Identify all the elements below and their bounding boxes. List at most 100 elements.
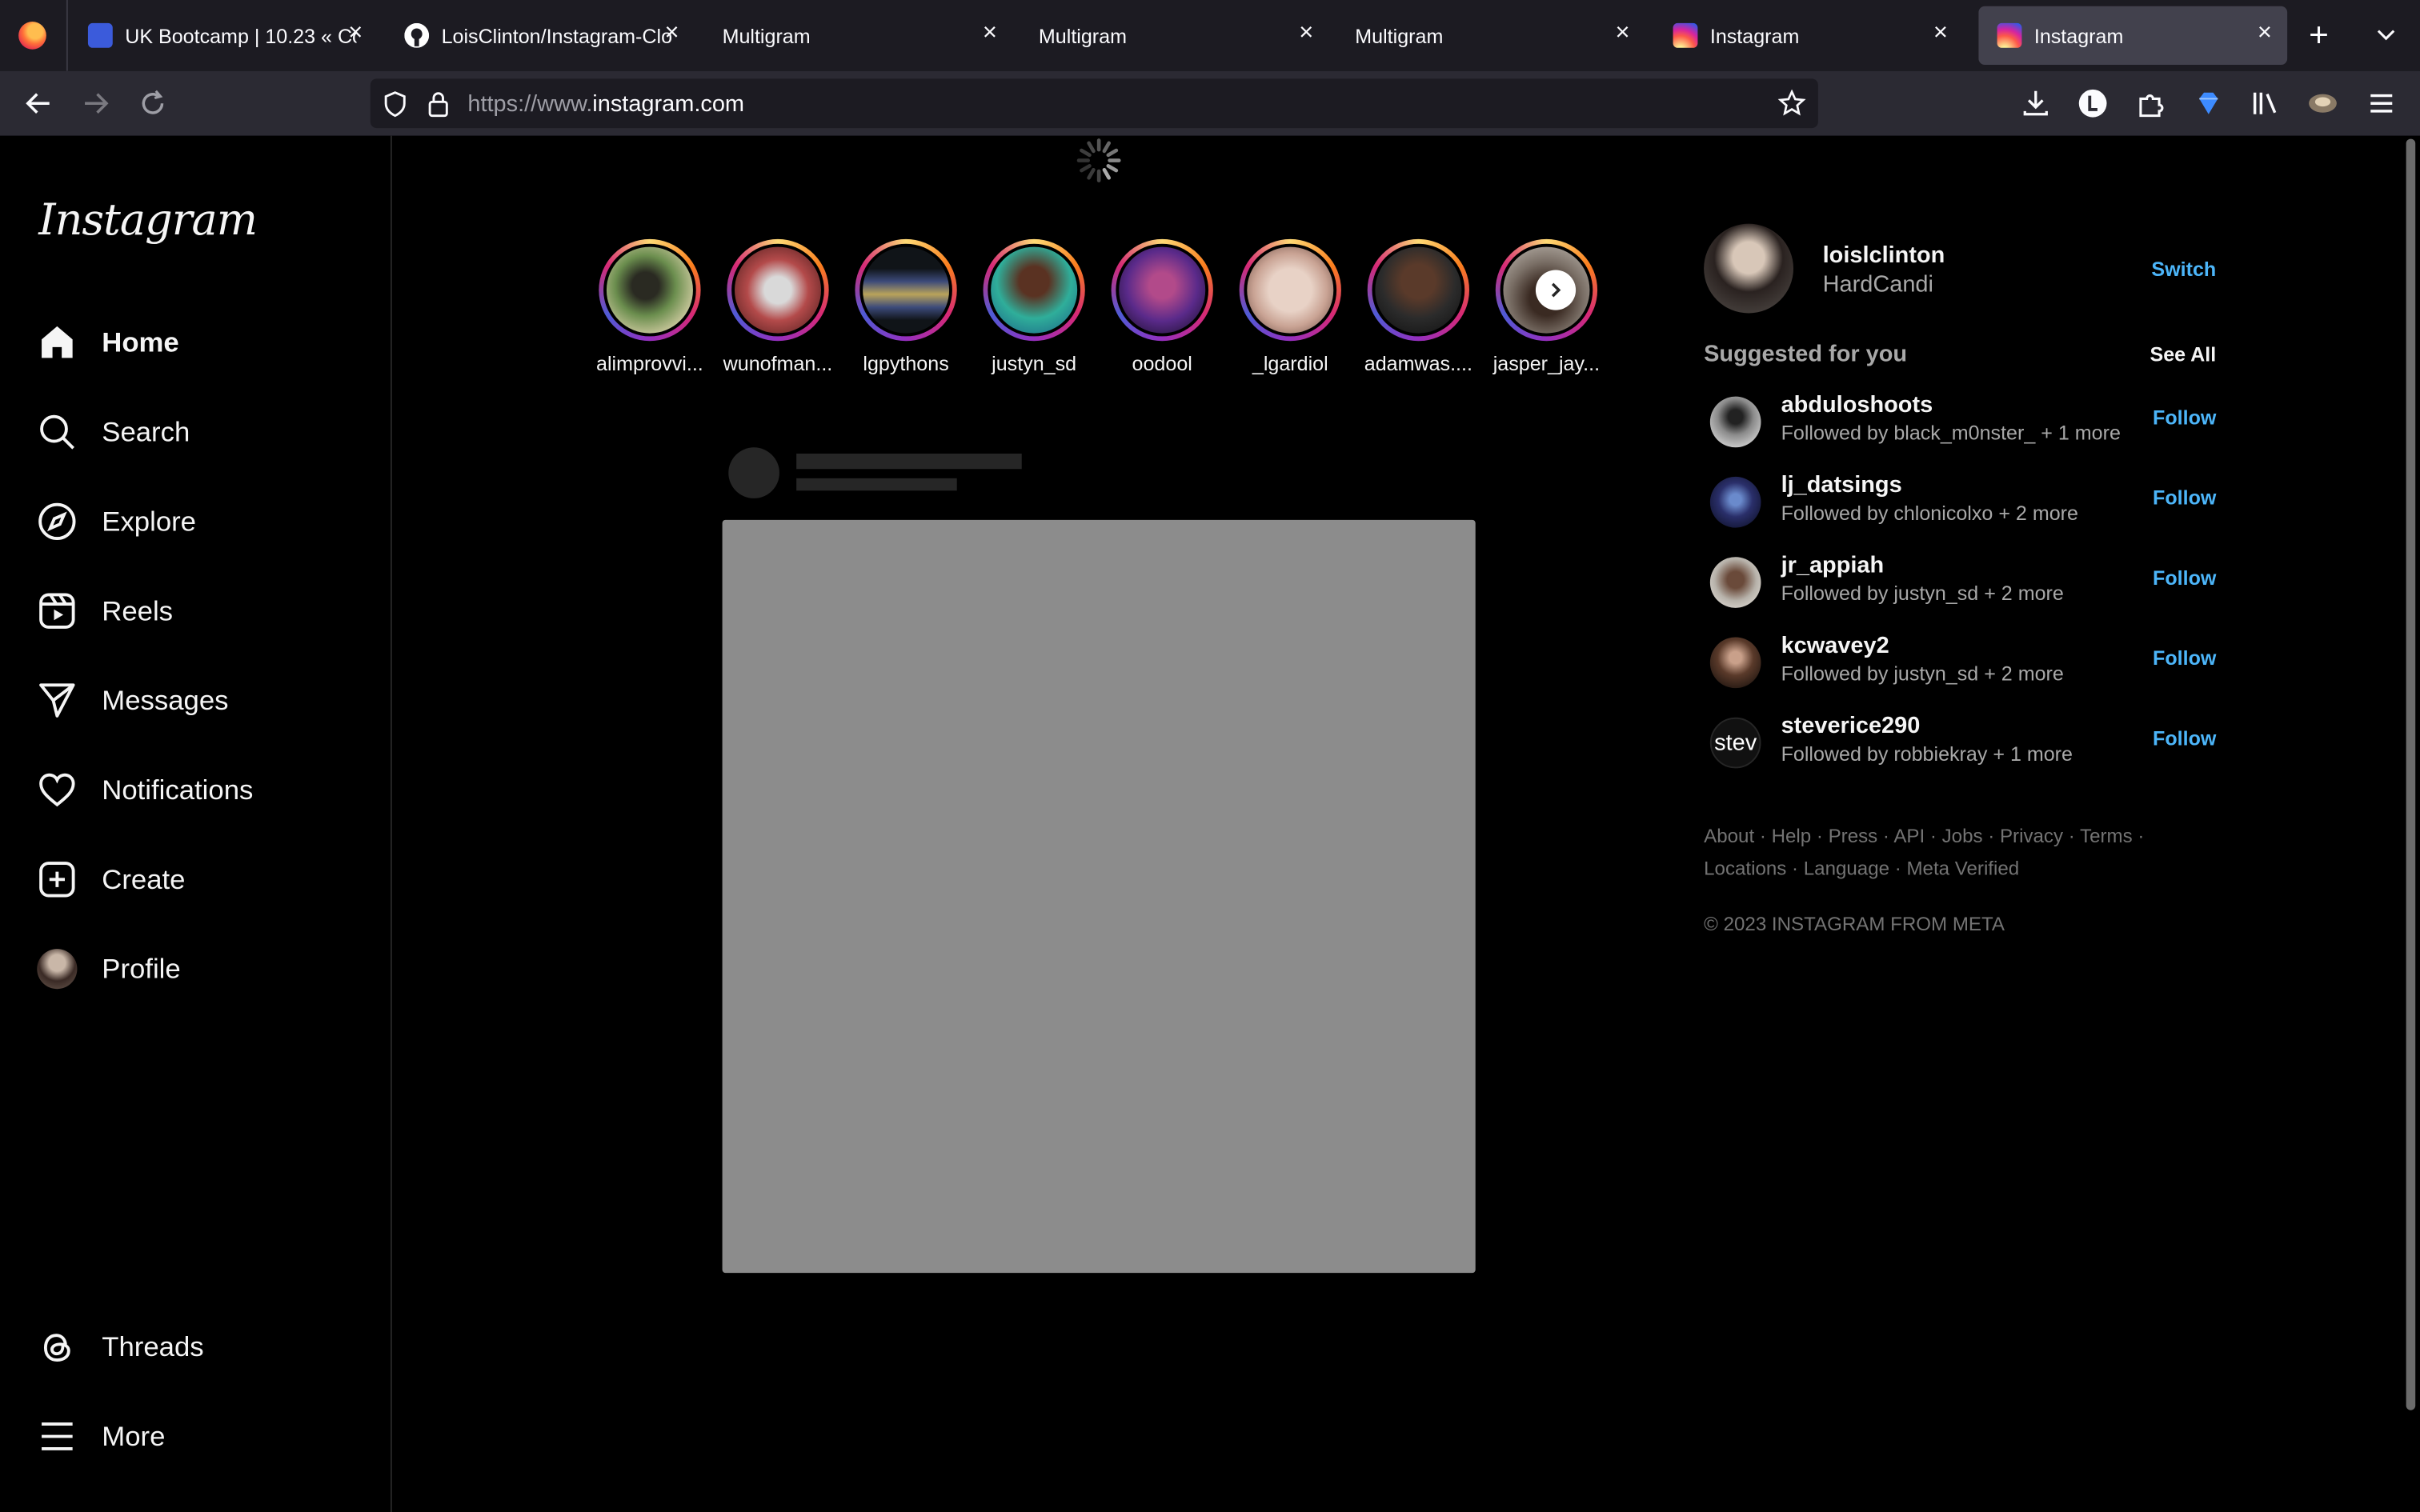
switch-account-button[interactable]: Switch <box>2151 258 2216 281</box>
browser-tab-instagram-1[interactable]: Instagram × <box>1654 6 1963 65</box>
url-prefix: https://www. <box>467 90 593 118</box>
suggestion-avatar[interactable] <box>1709 557 1761 608</box>
close-tab-icon[interactable]: × <box>1933 21 1948 46</box>
sidebar-item-more[interactable]: More <box>37 1399 165 1474</box>
instagram-favicon-icon <box>1673 22 1698 48</box>
suggestion-username[interactable]: steverice290 <box>1781 713 1921 739</box>
back-arrow-icon[interactable] <box>22 86 55 120</box>
sidebar-item-profile[interactable]: Profile <box>37 932 181 1006</box>
copyright-text: © 2023 INSTAGRAM FROM META <box>1704 913 2005 935</box>
sidebar-item-label: Search <box>102 415 190 447</box>
footer-link-help[interactable]: Help <box>1772 826 1812 847</box>
close-tab-icon[interactable]: × <box>2258 21 2272 46</box>
bookmark-star-icon[interactable] <box>1777 89 1806 125</box>
close-tab-icon[interactable]: × <box>665 21 679 46</box>
suggestion-avatar[interactable] <box>1709 476 1761 528</box>
story-item[interactable]: oodool <box>1104 238 1221 375</box>
browser-tab-multigram-2[interactable]: Multigram × <box>1020 6 1329 65</box>
list-all-tabs-chevron-icon[interactable] <box>2374 22 2398 54</box>
gem-extension-icon[interactable] <box>2192 86 2226 120</box>
threads-icon <box>43 1334 70 1362</box>
downloads-icon[interactable] <box>2019 86 2053 120</box>
suggestion-username[interactable]: kcwavey2 <box>1781 633 1889 659</box>
sidebar-item-label: Reels <box>102 594 174 626</box>
suggestion-username[interactable]: abduloshoots <box>1781 392 1933 418</box>
library-icon[interactable] <box>2249 86 2282 120</box>
follow-button[interactable]: Follow <box>2153 646 2216 670</box>
current-user-avatar[interactable] <box>1704 223 1793 314</box>
reload-icon[interactable] <box>136 86 170 120</box>
suggestion-avatar[interactable]: stev <box>1709 717 1761 769</box>
footer-link-privacy[interactable]: Privacy <box>2000 826 2063 847</box>
url-domain: instagram.com <box>592 90 745 118</box>
sidebar-item-notifications[interactable]: Notifications <box>37 753 253 827</box>
footer-link-locations[interactable]: Locations <box>1704 858 1786 879</box>
sidebar-item-label: Home <box>102 326 179 358</box>
extensions-puzzle-icon[interactable] <box>2134 86 2168 120</box>
instagram-logo[interactable]: Instagram <box>38 194 258 246</box>
footer-link-terms[interactable]: Terms <box>2080 826 2133 847</box>
footer-link-api[interactable]: API <box>1893 826 1925 847</box>
story-item[interactable]: justyn_sd <box>976 238 1093 375</box>
footer-link-jobs[interactable]: Jobs <box>1942 826 1983 847</box>
profile-extension-icon[interactable] <box>2306 86 2339 120</box>
sidebar-item-create[interactable]: Create <box>37 842 185 917</box>
suggestion-row: lj_datsings Followed by chlonicolxo + 2 … <box>1704 467 2216 535</box>
suggestion-username[interactable]: lj_datsings <box>1781 472 1902 498</box>
forward-arrow-icon[interactable] <box>78 86 112 120</box>
browser-tab-instagram-active[interactable]: Instagram × <box>1978 6 2288 65</box>
browser-tab-multigram-3[interactable]: Multigram × <box>1336 6 1645 65</box>
stories-tray: alimprovvi... wunofman... lgpythons just… <box>591 238 1610 378</box>
suggestion-username[interactable]: jr_appiah <box>1781 552 1885 578</box>
browser-nav-bar: https://www.instagram.com <box>0 70 2420 136</box>
suggestions-title: Suggested for you <box>1704 341 1908 367</box>
close-tab-icon[interactable]: × <box>983 21 997 46</box>
sidebar-item-home[interactable]: Home <box>37 306 179 380</box>
footer-link-press[interactable]: Press <box>1829 826 1878 847</box>
tab-label: LoisClinton/Instagram-Clon <box>441 23 673 47</box>
stories-next-chevron-icon[interactable] <box>1535 270 1577 310</box>
sidebar-item-label: More <box>102 1420 166 1451</box>
account-l-icon[interactable] <box>2076 86 2109 120</box>
browser-tab-multigram-1[interactable]: Multigram × <box>703 6 1012 65</box>
sidebar-item-reels[interactable]: Reels <box>37 574 173 648</box>
hamburger-menu-icon[interactable] <box>2365 86 2398 120</box>
follow-button[interactable]: Follow <box>2153 726 2216 750</box>
follow-button[interactable]: Follow <box>2153 486 2216 509</box>
story-item[interactable]: wunofman... <box>719 238 837 375</box>
lock-icon[interactable] <box>427 91 449 125</box>
close-tab-icon[interactable]: × <box>1616 21 1630 46</box>
story-item[interactable]: adamwas.... <box>1360 238 1477 375</box>
firefox-menu-icon[interactable] <box>18 21 46 50</box>
story-avatar <box>863 246 950 334</box>
suggestion-followed-by: Followed by justyn_sd + 2 more <box>1781 662 2064 686</box>
sidebar-item-explore[interactable]: Explore <box>37 485 196 559</box>
sidebar-item-label: Notifications <box>102 774 254 805</box>
see-all-button[interactable]: See All <box>2150 342 2216 366</box>
close-tab-icon[interactable]: × <box>1299 21 1313 46</box>
footer-link-language[interactable]: Language <box>1804 858 1889 879</box>
sidebar-item-threads[interactable]: Threads <box>37 1310 204 1384</box>
follow-button[interactable]: Follow <box>2153 406 2216 429</box>
sidebar-item-messages[interactable]: Messages <box>37 663 229 738</box>
suggestion-avatar[interactable] <box>1709 396 1761 448</box>
suggestion-followed-by: Followed by robbiekray + 1 more <box>1781 742 2073 766</box>
footer-link-about[interactable]: About <box>1704 826 1754 847</box>
url-bar[interactable]: https://www.instagram.com <box>370 78 1818 129</box>
url-text[interactable]: https://www.instagram.com <box>467 91 744 118</box>
browser-tab-github[interactable]: LoisClinton/Instagram-Clon × <box>386 6 695 65</box>
follow-button[interactable]: Follow <box>2153 566 2216 590</box>
close-tab-icon[interactable]: × <box>348 21 363 46</box>
story-item[interactable]: alimprovvi... <box>591 238 709 375</box>
story-item[interactable]: _lgardiol <box>1232 238 1349 375</box>
current-username[interactable]: loislclinton <box>1823 242 1945 269</box>
footer-link-meta-verified[interactable]: Meta Verified <box>1906 858 2019 879</box>
story-item[interactable]: lgpythons <box>847 238 965 375</box>
suggestion-avatar[interactable] <box>1709 637 1761 689</box>
tab-label: Multigram <box>1355 23 1444 47</box>
new-tab-plus-icon[interactable]: + <box>2309 18 2329 52</box>
tracking-shield-icon[interactable] <box>383 91 407 125</box>
browser-tab-bootcamp[interactable]: UK Bootcamp | 10.23 « Co × <box>70 6 379 65</box>
page-scrollbar[interactable] <box>2406 138 2416 1410</box>
sidebar-item-search[interactable]: Search <box>37 395 190 470</box>
